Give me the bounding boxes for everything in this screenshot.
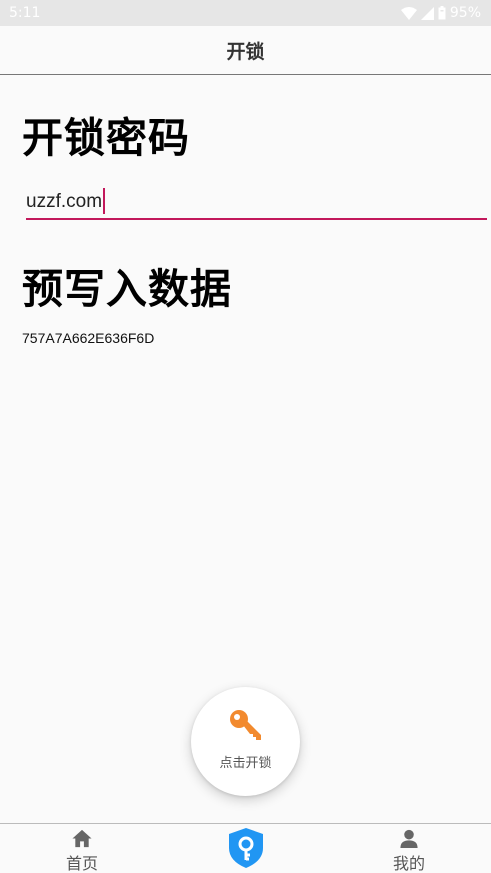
nav-item-mine[interactable]: 我的	[359, 824, 459, 873]
password-value[interactable]: uzzf.com	[26, 184, 102, 220]
battery-percent: 95%	[449, 5, 481, 21]
password-input[interactable]: uzzf.com	[26, 184, 487, 220]
signal-icon	[420, 6, 434, 20]
nav-label-mine: 我的	[392, 854, 425, 873]
home-icon	[72, 829, 92, 848]
shield-key-icon	[229, 828, 263, 868]
battery-icon	[438, 6, 446, 20]
wifi-icon	[400, 6, 417, 20]
person-icon	[400, 829, 418, 849]
app-bar: 开锁	[0, 26, 491, 75]
key-icon	[229, 710, 261, 740]
page-title: 开锁	[226, 40, 265, 63]
nav-item-home[interactable]: 首页	[32, 824, 132, 873]
data-heading: 预写入数据	[22, 265, 232, 313]
text-caret	[103, 188, 106, 214]
unlock-button-label: 点击开锁	[219, 756, 272, 771]
bottom-nav: 首页 我的	[0, 823, 491, 873]
status-bar: 5:11 95%	[0, 0, 491, 26]
nav-label-home: 首页	[65, 854, 98, 873]
status-icons: 95%	[400, 5, 481, 21]
status-time: 5:11	[9, 5, 41, 21]
nav-item-unlock[interactable]	[221, 827, 271, 873]
password-heading: 开锁密码	[22, 114, 190, 162]
unlock-button[interactable]: 点击开锁	[191, 687, 300, 796]
hex-data-value: 757A7A662E636F6D	[22, 330, 155, 346]
